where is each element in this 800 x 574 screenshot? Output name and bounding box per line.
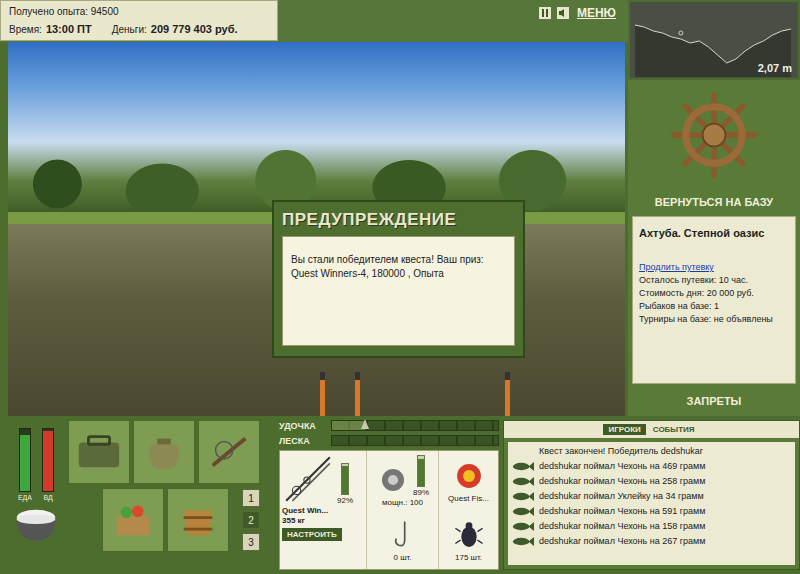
experience: Получено опыта: 94500 [9,6,269,17]
base-info-line: Стоимость дня: 20 000 руб. [639,288,789,298]
bucket[interactable] [167,488,229,552]
game-screen: Получено опыта: 94500 Время: 13:00 ПТ Деньг… [0,0,800,574]
log-entry: dedshukar поймал Чехонь на 591 грамм [512,504,791,518]
lure-slot[interactable]: Quest Fis... [438,451,498,510]
configure-button[interactable]: НАСТРОИТЬ [282,528,342,541]
tackle-box[interactable] [68,420,130,484]
rod-slot[interactable]: 92%Quest Win...355 кгНАСТРОИТЬ [280,451,366,569]
fish-icon [512,506,534,517]
time-label: Время: [9,24,42,35]
slot-button[interactable]: 3 [242,533,260,551]
slot-button[interactable]: 2 [242,511,260,529]
depth-reading: 2,07 m [758,62,792,74]
cauldron-icon[interactable] [12,505,60,545]
fish-icon [512,476,534,487]
tension-bar: УДОЧКА [279,420,499,431]
lure-icon [452,459,486,493]
player-info: Получено опыта: 94500 Время: 13:00 ПТ Деньг… [0,0,278,41]
hook-icon [386,518,420,552]
fish-icon [512,461,534,472]
status-meter: ВД [42,428,54,501]
log-tab[interactable]: ИГРОКИ [603,424,645,435]
menu-button[interactable]: МЕНЮ [575,6,618,20]
depth-map: 2,07 m [628,0,800,80]
log-entry: dedshukar поймал Чехонь на 258 грамм [512,474,791,488]
sack[interactable] [133,420,195,484]
tackle-box-icon [75,432,123,472]
extend-permit-link[interactable]: Продлить путевку [639,262,789,272]
landing-net[interactable] [198,420,260,484]
ship-wheel-icon[interactable] [670,91,758,179]
money-value: 209 779 403 руб. [151,23,238,35]
fishing-scene[interactable]: ПРЕДУПРЕЖДЕНИЕВы стали победителем квест… [8,42,625,416]
fish-icon [512,536,534,547]
sound-icon[interactable] [557,7,569,19]
rod-stand[interactable] [320,372,325,416]
pause-icon[interactable] [539,7,551,19]
cast-marker [679,31,683,35]
return-to-base-button[interactable]: ВЕРНУТЬСЯ НА БАЗУ [628,190,800,214]
log-entry: dedshukar поймал Уклейку на 34 грамм [512,489,791,503]
rod-icon [282,453,334,505]
log-entry: dedshukar поймал Чехонь на 158 грамм [512,519,791,533]
money-label: Деньги: [112,24,147,35]
slot-button[interactable]: 1 [242,489,260,507]
fish-icon [512,491,534,502]
base-info: Ахтуба. Степной оазис Продлить путевку Ост… [632,216,796,384]
base-info-line: Турниры на базе: не объявлены [639,314,789,324]
fish-icon [512,521,534,532]
tackle-panel: 92%Quest Win...355 кгНАСТРОИТЬ89%мощн.: … [279,450,499,570]
tension-bar: ЛЕСКА [279,435,499,446]
warning-dialog: ПРЕДУПРЕЖДЕНИЕВы стали победителем квест… [272,200,525,358]
base-info-line: Осталось путевки: 10 час. [639,275,789,285]
status-meter: ЕДА [18,428,32,501]
bucket-icon [174,500,222,540]
log-tab[interactable]: СОБЫТИЯ [648,424,700,435]
net-lure-icon [205,432,253,472]
log-entry: Квест закончен! Победитель dedshukar [512,444,791,458]
basket-icon [109,500,157,540]
dialog-message: Вы стали победителем квеста! Ваш приз: Q… [282,236,515,346]
log-entry: dedshukar поймал Чехонь на 267 грамм [512,534,791,548]
time-value: 13:00 ПТ [46,23,92,35]
rod-stand[interactable] [505,372,510,416]
beetle-icon [452,518,486,552]
base-info-line: Рыбаков на базе: 1 [639,301,789,311]
bait-slot[interactable]: 175 шт. [438,510,498,569]
food-basket[interactable] [102,488,164,552]
reel-slot[interactable]: 89%мощн.: 100 [366,451,438,510]
log-entry: dedshukar поймал Чехонь на 469 грамм [512,459,791,473]
location-name: Ахтуба. Степной оазис [639,227,789,239]
sack-icon [140,432,188,472]
dialog-title: ПРЕДУПРЕЖДЕНИЕ [282,208,515,236]
hook-slot[interactable]: 0 шт. [366,510,438,569]
rod-stand[interactable] [355,372,360,416]
event-log: ИГРОКИСОБЫТИЯ Квест закончен! Победитель … [503,420,800,570]
bans-button[interactable]: ЗАПРЕТЫ [628,386,800,416]
top-bar: Получено опыта: 94500 Время: 13:00 ПТ Деньг… [0,0,628,42]
reel-icon [376,463,410,497]
